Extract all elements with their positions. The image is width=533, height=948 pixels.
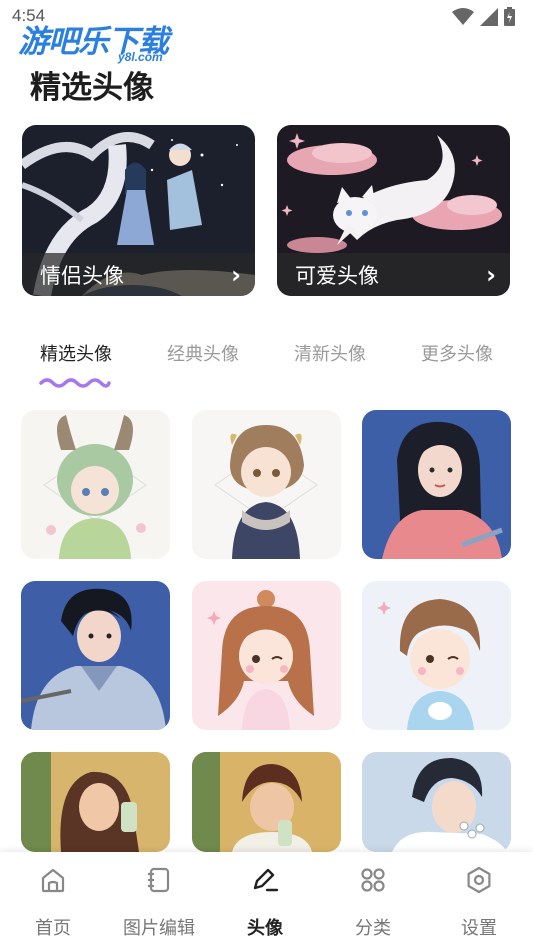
chevron-right-icon: ›	[486, 260, 496, 289]
tab-fresh[interactable]: 清新头像	[294, 340, 366, 366]
pen-icon	[253, 868, 279, 892]
nav-image-edit-label: 图片编辑	[123, 918, 195, 939]
banner-couple-label: 情侣头像	[40, 263, 124, 288]
battery-icon	[504, 7, 515, 26]
home-icon	[41, 868, 65, 893]
cute-girl-avatar	[192, 581, 341, 730]
settings-icon	[467, 866, 491, 894]
banner-couple-bar: 情侣头像 ›	[22, 253, 255, 296]
nav-settings-label: 设置	[461, 918, 497, 939]
puppy-boy-avatar	[192, 410, 341, 559]
status-icons	[452, 7, 515, 26]
long-hair-girl-avatar	[362, 410, 511, 559]
bottom-nav: 首页 图片编辑 头像 分类 设置	[0, 852, 533, 948]
nav-category[interactable]: 分类	[320, 852, 426, 948]
banner-cute[interactable]: 可爱头像 ›	[277, 125, 510, 296]
chevron-right-icon: ›	[231, 260, 241, 289]
avatar-card-2[interactable]	[192, 410, 341, 559]
avatar-card-9[interactable]	[362, 752, 511, 852]
wifi-icon	[452, 7, 474, 25]
tab-classic[interactable]: 经典头像	[167, 340, 239, 366]
nav-home-label: 首页	[35, 918, 71, 939]
category-tabs: 精选头像 经典头像 清新头像 更多头像	[0, 340, 533, 390]
cute-boy-avatar	[362, 581, 511, 730]
image-edit-icon	[148, 867, 170, 893]
nav-avatar-label: 头像	[247, 918, 283, 939]
watermark-logo: 游吧乐下载 y8l.com	[18, 16, 188, 66]
banner-couple[interactable]: 情侣头像 ›	[22, 125, 255, 296]
avatar-card-7[interactable]	[21, 752, 170, 852]
nav-settings[interactable]: 设置	[426, 852, 532, 948]
dragon-girl-avatar	[21, 410, 170, 559]
banner-cute-label: 可爱头像	[295, 263, 379, 288]
avatar-card-6[interactable]	[362, 581, 511, 730]
cyclist-boy-avatar	[21, 581, 170, 730]
tab-more[interactable]: 更多头像	[421, 340, 493, 366]
page-title: 精选头像	[30, 70, 154, 106]
tab-active-wave-indicator	[39, 378, 111, 388]
avatar-card-3[interactable]	[362, 410, 511, 559]
nav-image-edit[interactable]: 图片编辑	[106, 852, 212, 948]
nav-home[interactable]: 首页	[0, 852, 106, 948]
sunset-boy-avatar	[192, 752, 341, 852]
sunset-girl-avatar	[21, 752, 170, 852]
signal-icon	[480, 7, 498, 26]
avatar-card-8[interactable]	[192, 752, 341, 852]
tab-featured[interactable]: 精选头像	[40, 340, 112, 366]
banner-cute-bar: 可爱头像 ›	[277, 253, 510, 296]
category-icon	[361, 868, 385, 892]
avatar-card-4[interactable]	[21, 581, 170, 730]
nav-category-label: 分类	[355, 918, 391, 939]
nav-avatar[interactable]: 头像	[212, 852, 318, 948]
flower-boy-avatar	[362, 752, 511, 852]
avatar-card-1[interactable]	[21, 410, 170, 559]
avatar-card-5[interactable]	[192, 581, 341, 730]
